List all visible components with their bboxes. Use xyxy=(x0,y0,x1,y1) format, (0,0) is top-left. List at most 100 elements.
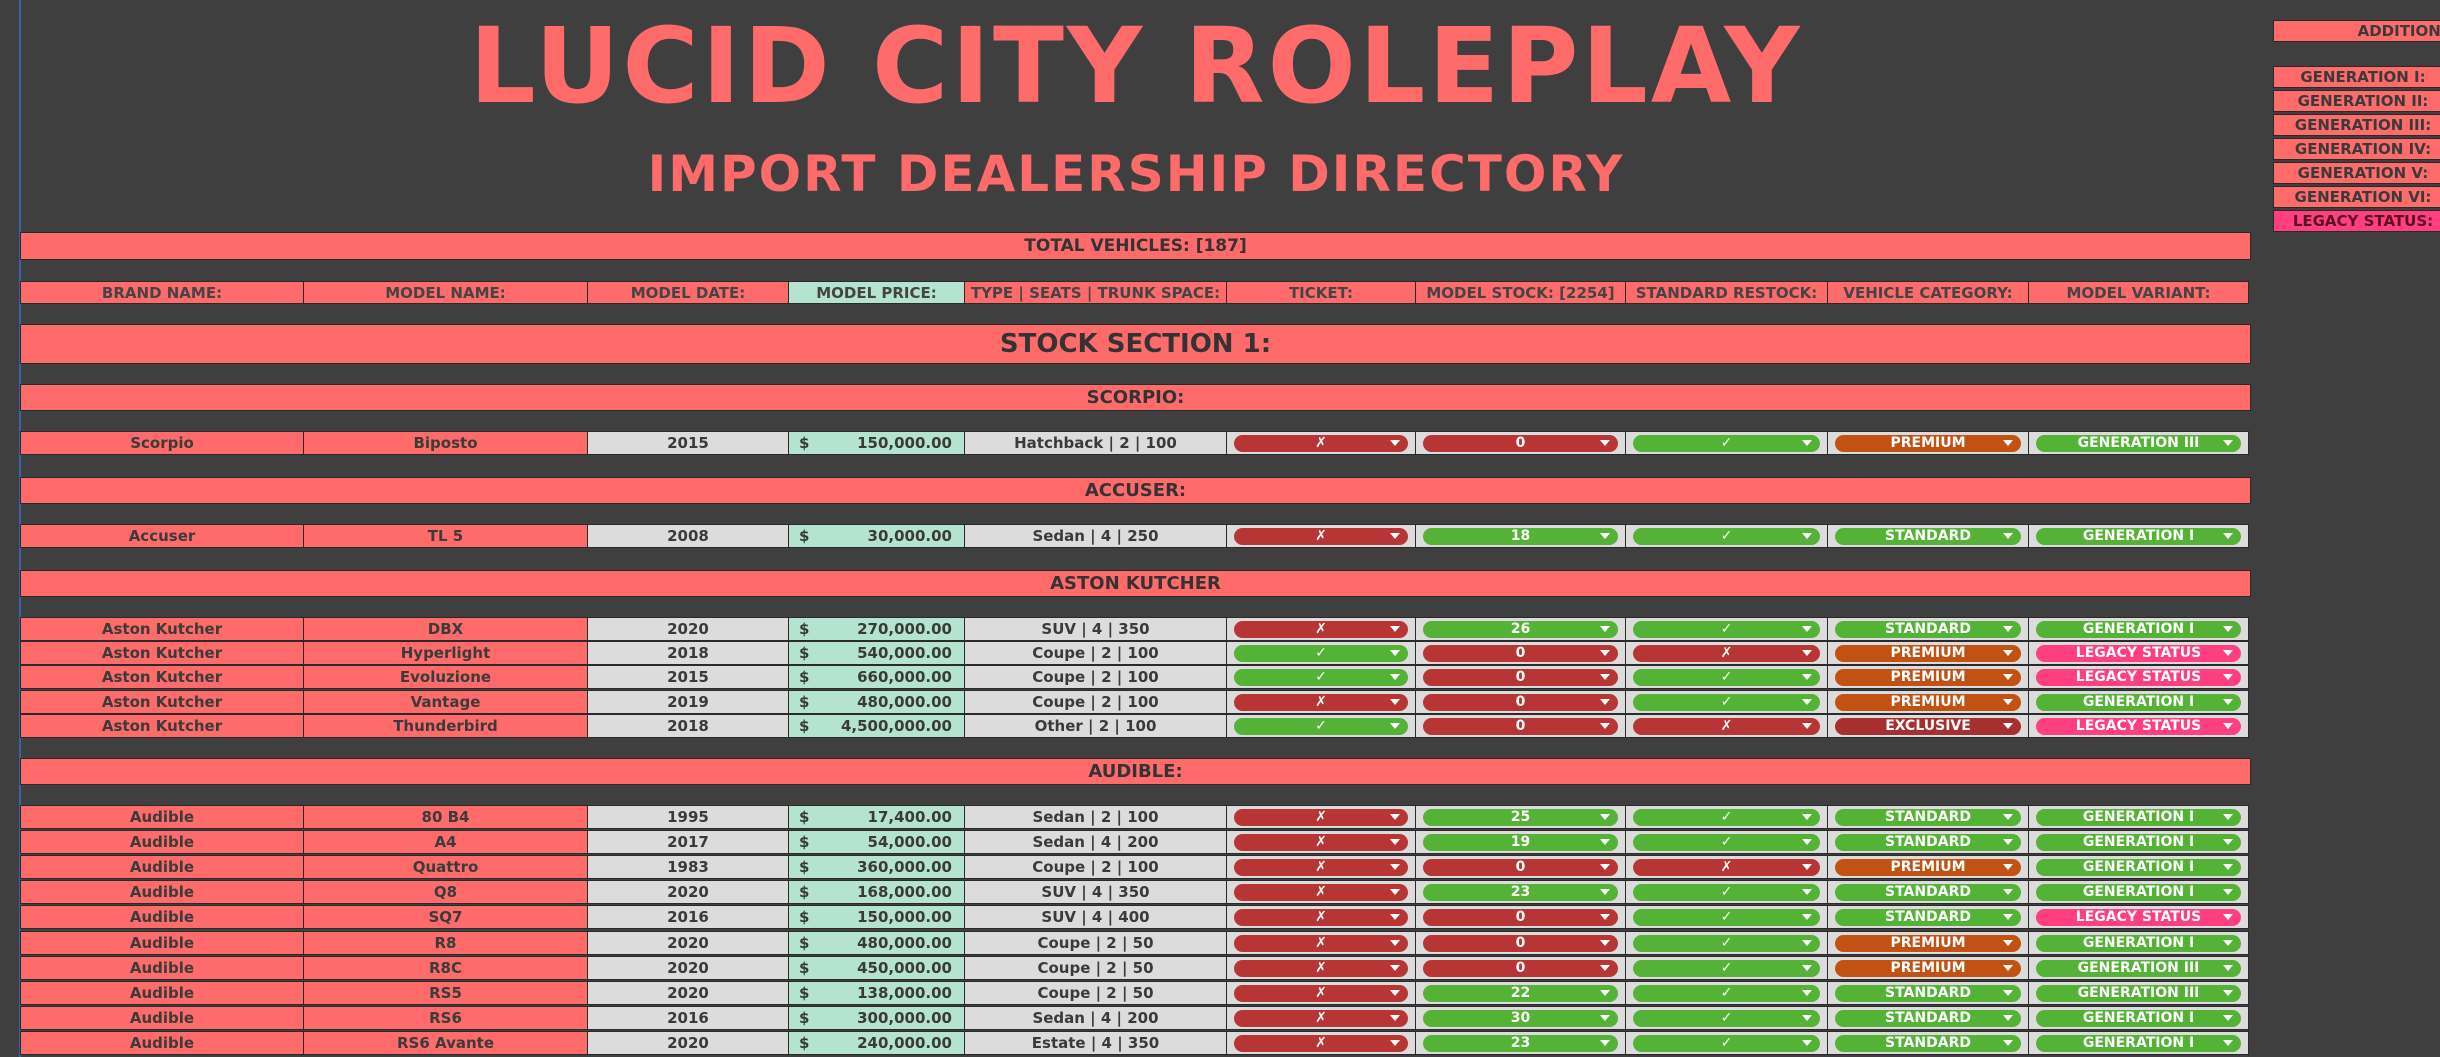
model-price-cell[interactable]: $660,000.00 xyxy=(788,665,965,689)
category-dropdown[interactable]: STANDARD xyxy=(1835,808,2021,826)
type-seats-trunk-cell[interactable]: Coupe | 2 | 50 xyxy=(964,931,1227,955)
chevron-down-icon[interactable] xyxy=(2003,532,2013,539)
chevron-down-icon[interactable] xyxy=(1390,863,1400,870)
model-price-cell[interactable]: $270,000.00 xyxy=(788,617,965,641)
side-legend-item[interactable]: GENERATION II: xyxy=(2273,90,2440,112)
model-cell[interactable]: RS6 xyxy=(303,1006,588,1030)
variant-dropdown[interactable]: GENERATION III xyxy=(2036,434,2241,452)
restock-dropdown[interactable]: ✓ xyxy=(1633,959,1820,977)
chevron-down-icon[interactable] xyxy=(2003,813,2013,820)
chevron-down-icon[interactable] xyxy=(2003,1039,2013,1046)
restock-dropdown[interactable]: ✓ xyxy=(1633,984,1820,1002)
stock-dropdown[interactable]: 25 xyxy=(1423,808,1618,826)
brand-cell[interactable]: Audible xyxy=(20,905,304,929)
variant-dropdown[interactable]: LEGACY STATUS xyxy=(2036,668,2241,686)
model-price-cell[interactable]: $17,400.00 xyxy=(788,805,965,829)
model-cell[interactable]: R8 xyxy=(303,931,588,955)
model-price-cell[interactable]: $540,000.00 xyxy=(788,641,965,665)
ticket-dropdown[interactable]: ✗ xyxy=(1234,693,1408,711)
category-dropdown[interactable]: STANDARD xyxy=(1835,908,2021,926)
model-cell[interactable]: Biposto xyxy=(303,431,588,455)
category-dropdown[interactable]: PREMIUM xyxy=(1835,858,2021,876)
chevron-down-icon[interactable] xyxy=(2003,698,2013,705)
restock-dropdown[interactable]: ✓ xyxy=(1633,668,1820,686)
model-date-cell[interactable]: 1983 xyxy=(587,855,789,879)
chevron-down-icon[interactable] xyxy=(1802,989,1812,996)
chevron-down-icon[interactable] xyxy=(2223,913,2233,920)
side-panel-header[interactable]: ADDITIONAL xyxy=(2273,20,2440,42)
header-brand-name[interactable]: BRAND NAME: xyxy=(20,281,304,304)
chevron-down-icon[interactable] xyxy=(2223,649,2233,656)
chevron-down-icon[interactable] xyxy=(2223,698,2233,705)
chevron-down-icon[interactable] xyxy=(1390,439,1400,446)
side-legend-item[interactable]: GENERATION V: xyxy=(2273,162,2440,184)
chevron-down-icon[interactable] xyxy=(1802,913,1812,920)
chevron-down-icon[interactable] xyxy=(1600,838,1610,845)
restock-dropdown[interactable]: ✓ xyxy=(1633,1009,1820,1027)
chevron-down-icon[interactable] xyxy=(1802,888,1812,895)
chevron-down-icon[interactable] xyxy=(1802,532,1812,539)
brand-cell[interactable]: Aston Kutcher xyxy=(20,641,304,665)
brand-cell[interactable]: Audible xyxy=(20,855,304,879)
chevron-down-icon[interactable] xyxy=(2003,939,2013,946)
model-price-cell[interactable]: $54,000.00 xyxy=(788,830,965,854)
category-dropdown[interactable]: STANDARD xyxy=(1835,1034,2021,1052)
type-seats-trunk-cell[interactable]: SUV | 4 | 350 xyxy=(964,880,1227,904)
chevron-down-icon[interactable] xyxy=(1390,673,1400,680)
stock-dropdown[interactable]: 0 xyxy=(1423,934,1618,952)
model-price-cell[interactable]: $138,000.00 xyxy=(788,981,965,1005)
chevron-down-icon[interactable] xyxy=(1600,673,1610,680)
brand-cell[interactable]: Aston Kutcher xyxy=(20,617,304,641)
restock-dropdown[interactable]: ✓ xyxy=(1633,883,1820,901)
chevron-down-icon[interactable] xyxy=(2223,625,2233,632)
ticket-dropdown[interactable]: ✗ xyxy=(1234,833,1408,851)
brand-cell[interactable]: Audible xyxy=(20,880,304,904)
restock-dropdown[interactable]: ✗ xyxy=(1633,858,1820,876)
stock-dropdown[interactable]: 0 xyxy=(1423,644,1618,662)
header-ticket[interactable]: TICKET: xyxy=(1226,281,1416,304)
ticket-dropdown[interactable]: ✗ xyxy=(1234,1034,1408,1052)
chevron-down-icon[interactable] xyxy=(1390,813,1400,820)
chevron-down-icon[interactable] xyxy=(2003,649,2013,656)
side-legend-item[interactable]: GENERATION III: xyxy=(2273,114,2440,136)
variant-dropdown[interactable]: GENERATION I xyxy=(2036,858,2241,876)
variant-dropdown[interactable]: GENERATION I xyxy=(2036,693,2241,711)
model-price-cell[interactable]: $240,000.00 xyxy=(788,1031,965,1055)
chevron-down-icon[interactable] xyxy=(1390,913,1400,920)
variant-dropdown[interactable]: LEGACY STATUS xyxy=(2036,717,2241,735)
stock-dropdown[interactable]: 23 xyxy=(1423,1034,1618,1052)
model-date-cell[interactable]: 2008 xyxy=(587,524,789,548)
model-price-cell[interactable]: $168,000.00 xyxy=(788,880,965,904)
category-dropdown[interactable]: STANDARD xyxy=(1835,527,2021,545)
chevron-down-icon[interactable] xyxy=(2003,913,2013,920)
type-seats-trunk-cell[interactable]: Coupe | 2 | 100 xyxy=(964,665,1227,689)
stock-dropdown[interactable]: 0 xyxy=(1423,908,1618,926)
type-seats-trunk-cell[interactable]: Sedan | 4 | 200 xyxy=(964,1006,1227,1030)
chevron-down-icon[interactable] xyxy=(1600,939,1610,946)
category-dropdown[interactable]: STANDARD xyxy=(1835,833,2021,851)
stock-dropdown[interactable]: 30 xyxy=(1423,1009,1618,1027)
chevron-down-icon[interactable] xyxy=(2223,439,2233,446)
variant-dropdown[interactable]: LEGACY STATUS xyxy=(2036,908,2241,926)
stock-dropdown[interactable]: 0 xyxy=(1423,668,1618,686)
model-date-cell[interactable]: 2015 xyxy=(587,665,789,689)
ticket-dropdown[interactable]: ✓ xyxy=(1234,644,1408,662)
variant-dropdown[interactable]: GENERATION I xyxy=(2036,808,2241,826)
chevron-down-icon[interactable] xyxy=(2223,1039,2233,1046)
chevron-down-icon[interactable] xyxy=(2223,838,2233,845)
brand-cell[interactable]: Audible xyxy=(20,956,304,980)
stock-dropdown[interactable]: 0 xyxy=(1423,959,1618,977)
brand-group-header[interactable]: AUDIBLE: xyxy=(20,758,2251,785)
header-model-name[interactable]: MODEL NAME: xyxy=(303,281,588,304)
chevron-down-icon[interactable] xyxy=(2223,813,2233,820)
chevron-down-icon[interactable] xyxy=(1802,863,1812,870)
header-model-stock[interactable]: MODEL STOCK: [2254] xyxy=(1415,281,1626,304)
header-vehicle-category[interactable]: VEHICLE CATEGORY: xyxy=(1827,281,2029,304)
category-dropdown[interactable]: PREMIUM xyxy=(1835,644,2021,662)
model-date-cell[interactable]: 2020 xyxy=(587,956,789,980)
ticket-dropdown[interactable]: ✗ xyxy=(1234,808,1408,826)
brand-cell[interactable]: Audible xyxy=(20,1031,304,1055)
chevron-down-icon[interactable] xyxy=(1802,939,1812,946)
category-dropdown[interactable]: PREMIUM xyxy=(1835,434,2021,452)
type-seats-trunk-cell[interactable]: Coupe | 2 | 100 xyxy=(964,641,1227,665)
